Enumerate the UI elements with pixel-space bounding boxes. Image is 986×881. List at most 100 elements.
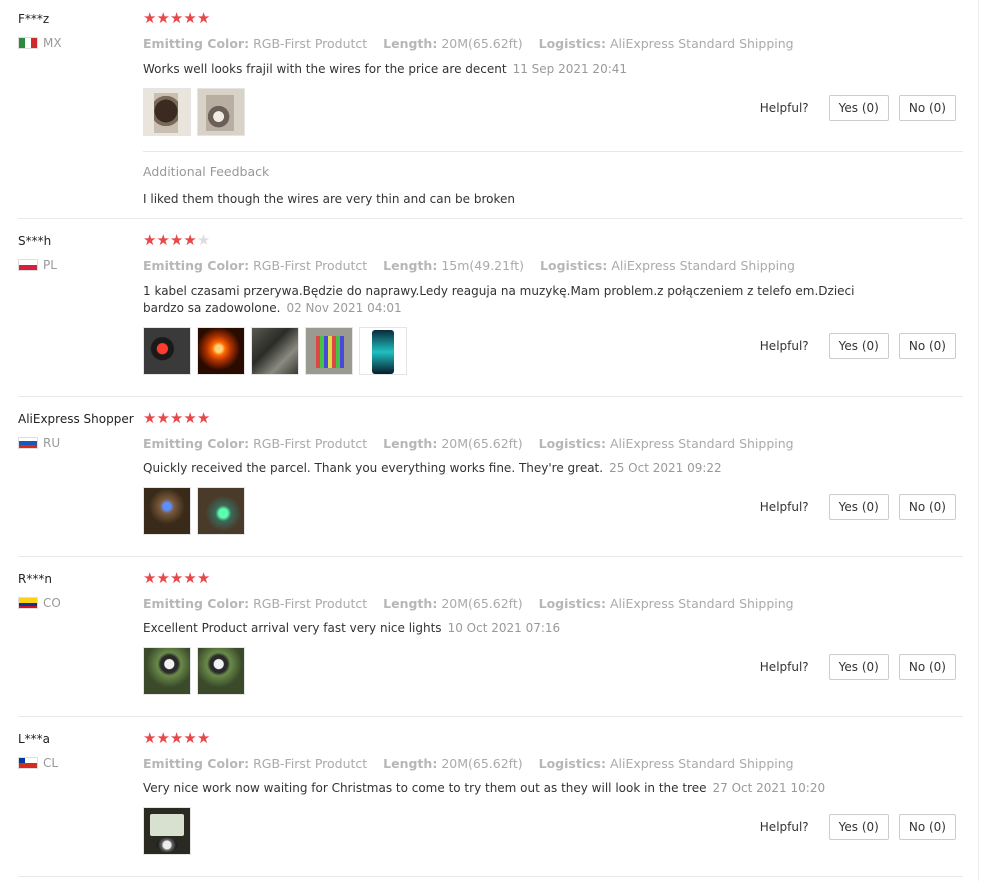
attr-logistics-label: Logistics: [538,596,606,611]
attr-color-value: RGB-First Produtct [253,436,368,451]
review-photo[interactable] [197,327,245,375]
helpful-no-button[interactable]: No (0) [898,333,956,359]
attr-color-value: RGB-First Produtct [253,258,368,273]
review-photo[interactable] [143,647,191,695]
attr-length-label: Length: [383,756,438,771]
attr-length-value: 20M(65.62ft) [441,36,523,51]
review-text-block: Quickly received the parcel. Thank you e… [143,460,863,477]
helpful-votes: Helpful? Yes (0) No (0) [760,654,956,680]
helpful-no-button[interactable]: No (0) [898,494,956,520]
helpful-yes-button[interactable]: Yes (0) [828,814,889,840]
attr-color-label: Emitting Color: [143,436,250,451]
attr-color-label: Emitting Color: [143,258,250,273]
reviewer-country: CL [18,756,58,770]
attr-color-label: Emitting Color: [143,756,250,771]
review-attributes: Emitting Color: RGB-First Produtct Lengt… [143,258,807,273]
helpful-yes-button[interactable]: Yes (0) [828,654,889,680]
star-filled-icon: ★ [156,569,170,587]
star-filled-icon: ★ [156,9,170,27]
helpful-votes: Helpful? Yes (0) No (0) [760,95,956,121]
attr-logistics-value: AliExpress Standard Shipping [609,596,794,611]
star-filled-icon: ★ [143,9,157,27]
helpful-label: Helpful? [759,820,809,834]
star-rating: ★★★★★ [143,570,210,586]
review-list: F***z MX ★★★★★ Emitting Color: RGB-First… [0,0,986,881]
russia-flag-icon [18,437,38,449]
review-item: L***a CL ★★★★★ Emitting Color: RGB-First… [18,730,963,877]
attr-logistics-value: AliExpress Standard Shipping [609,436,794,451]
helpful-yes-button[interactable]: Yes (0) [828,95,889,121]
country-code: CL [43,756,59,770]
reviewer-country: MX [18,36,62,50]
reviewer-name: S***h [18,234,52,248]
review-attributes: Emitting Color: RGB-First Produtct Lengt… [143,756,806,771]
review-text-block: Works well looks frajil with the wires f… [143,61,863,78]
review-photos [143,88,245,136]
star-filled-icon: ★ [183,9,197,27]
review-photo[interactable] [359,327,407,375]
country-code: CO [43,596,61,610]
review-text-block: Very nice work now waiting for Christmas… [143,780,863,797]
star-filled-icon: ★ [169,9,184,27]
chile-flag-icon [18,757,38,769]
attr-color-label: Emitting Color: [143,36,250,51]
star-filled-icon: ★ [196,569,211,587]
reviewer-country: RU [18,436,60,450]
page-divider [978,0,979,881]
helpful-label: Helpful? [759,339,809,353]
helpful-no-button[interactable]: No (0) [898,654,956,680]
helpful-no-button[interactable]: No (0) [898,95,956,121]
review-item: F***z MX ★★★★★ Emitting Color: RGB-First… [18,9,963,219]
helpful-votes: Helpful? Yes (0) No (0) [760,333,956,359]
helpful-yes-button[interactable]: Yes (0) [828,333,889,359]
review-text: Excellent Product arrival very fast very… [143,621,442,635]
attr-length-value: 15m(49.21ft) [441,258,525,273]
star-filled-icon: ★ [196,9,211,27]
attr-logistics-value: AliExpress Standard Shipping [611,258,795,273]
review-date: 11 Sep 2021 20:41 [512,62,628,76]
helpful-label: Helpful? [759,101,809,115]
review-date: 27 Oct 2021 10:20 [712,781,826,795]
colombia-flag-icon [18,597,38,609]
review-photo[interactable] [143,487,191,535]
poland-flag-icon [18,259,38,271]
star-rating: ★★★★★ [143,730,210,746]
star-filled-icon: ★ [156,231,170,249]
helpful-votes: Helpful? Yes (0) No (0) [760,494,956,520]
review-photo[interactable] [143,807,191,855]
review-attributes: Emitting Color: RGB-First Produtct Lengt… [143,436,806,451]
helpful-label: Helpful? [759,660,809,674]
star-filled-icon: ★ [183,409,197,427]
helpful-votes: Helpful? Yes (0) No (0) [760,814,956,840]
review-photo[interactable] [251,327,299,375]
review-photo[interactable] [197,647,245,695]
attr-color-label: Emitting Color: [143,596,250,611]
review-photo[interactable] [197,487,245,535]
review-photo[interactable] [197,88,245,136]
helpful-no-button[interactable]: No (0) [898,814,956,840]
country-code: MX [43,36,62,50]
reviewer-name: F***z [18,12,50,26]
review-date: 02 Nov 2021 04:01 [286,301,402,315]
review-date: 25 Oct 2021 09:22 [609,461,722,475]
review-photos [143,647,245,695]
reviewer-name: R***n [18,572,52,586]
additional-feedback-title: Additional Feedback [143,164,270,179]
star-filled-icon: ★ [156,409,170,427]
helpful-yes-button[interactable]: Yes (0) [828,494,889,520]
review-text: 1 kabel czasami przerywa.Będzie do napra… [143,284,855,315]
star-filled-icon: ★ [156,729,170,747]
review-photo[interactable] [143,327,191,375]
star-filled-icon: ★ [143,231,157,249]
star-filled-icon: ★ [143,409,157,427]
attr-logistics-label: Logistics: [540,258,608,273]
star-filled-icon: ★ [169,569,184,587]
review-text-block: Excellent Product arrival very fast very… [143,620,863,637]
review-text: Quickly received the parcel. Thank you e… [143,461,604,475]
review-photo[interactable] [305,327,353,375]
mexico-flag-icon [18,37,38,49]
attr-length-value: 20M(65.62ft) [441,756,523,771]
review-photo[interactable] [143,88,191,136]
attr-length-label: Length: [383,596,438,611]
review-attributes: Emitting Color: RGB-First Produtct Lengt… [143,596,806,611]
